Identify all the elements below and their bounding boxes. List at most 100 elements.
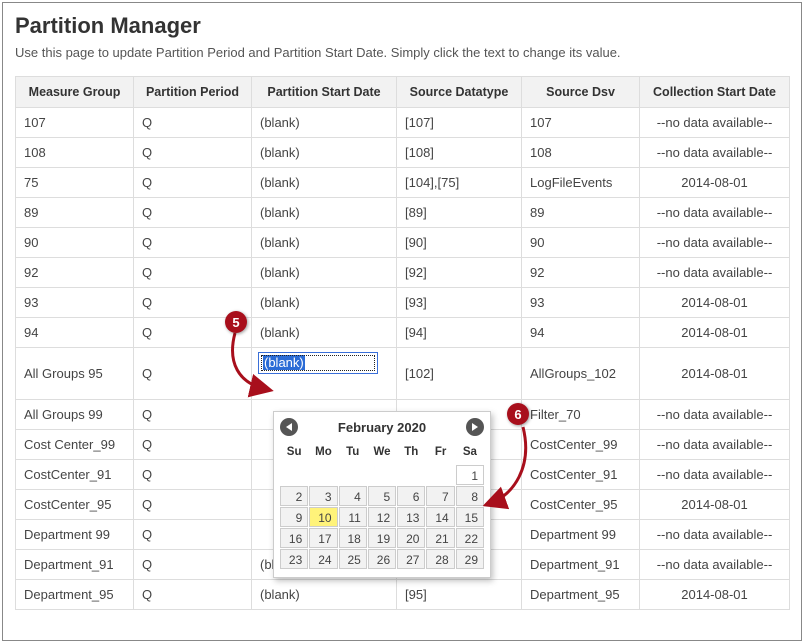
- datepicker-day[interactable]: 29: [456, 549, 484, 569]
- cell-partition-period[interactable]: Q: [134, 460, 252, 490]
- cell-source-datatype[interactable]: [92]: [397, 258, 522, 288]
- cell-source-dsv[interactable]: CostCenter_95: [522, 490, 640, 520]
- cell-partition-start-date[interactable]: (blank): [252, 580, 397, 610]
- cell-partition-period[interactable]: Q: [134, 550, 252, 580]
- cell-partition-start-date[interactable]: (blank): [252, 318, 397, 348]
- cell-source-dsv[interactable]: Department_91: [522, 550, 640, 580]
- cell-source-dsv[interactable]: Department_95: [522, 580, 640, 610]
- cell-collection-start-date[interactable]: --no data available--: [640, 460, 790, 490]
- datepicker-prev-icon[interactable]: [280, 418, 298, 436]
- datepicker-day[interactable]: 2: [280, 486, 308, 506]
- cell-measure-group[interactable]: CostCenter_95: [16, 490, 134, 520]
- cell-partition-period[interactable]: Q: [134, 138, 252, 168]
- datepicker-day[interactable]: 14: [426, 507, 454, 527]
- cell-collection-start-date[interactable]: --no data available--: [640, 400, 790, 430]
- datepicker-day[interactable]: 24: [309, 549, 337, 569]
- cell-measure-group[interactable]: 90: [16, 228, 134, 258]
- cell-source-dsv[interactable]: 89: [522, 198, 640, 228]
- datepicker-day[interactable]: 19: [368, 528, 396, 548]
- cell-measure-group[interactable]: 75: [16, 168, 134, 198]
- cell-partition-period[interactable]: Q: [134, 198, 252, 228]
- cell-measure-group[interactable]: Cost Center_99: [16, 430, 134, 460]
- datepicker-day[interactable]: 18: [339, 528, 367, 548]
- cell-measure-group[interactable]: 93: [16, 288, 134, 318]
- cell-collection-start-date[interactable]: --no data available--: [640, 138, 790, 168]
- cell-partition-start-date[interactable]: (blank): [252, 228, 397, 258]
- cell-collection-start-date[interactable]: 2014-08-01: [640, 288, 790, 318]
- cell-source-dsv[interactable]: AllGroups_102: [522, 348, 640, 400]
- cell-partition-period[interactable]: Q: [134, 580, 252, 610]
- cell-collection-start-date[interactable]: 2014-08-01: [640, 318, 790, 348]
- cell-partition-period[interactable]: Q: [134, 348, 252, 400]
- cell-source-datatype[interactable]: [90]: [397, 228, 522, 258]
- datepicker-day[interactable]: 21: [426, 528, 454, 548]
- partition-start-date-input[interactable]: (blank): [258, 352, 378, 374]
- cell-source-datatype[interactable]: [95]: [397, 580, 522, 610]
- cell-collection-start-date[interactable]: --no data available--: [640, 550, 790, 580]
- cell-source-dsv[interactable]: 93: [522, 288, 640, 318]
- cell-collection-start-date[interactable]: 2014-08-01: [640, 490, 790, 520]
- cell-collection-start-date[interactable]: --no data available--: [640, 430, 790, 460]
- datepicker-day[interactable]: 23: [280, 549, 308, 569]
- cell-partition-start-date[interactable]: (blank): [252, 288, 397, 318]
- cell-collection-start-date[interactable]: --no data available--: [640, 258, 790, 288]
- cell-partition-start-date[interactable]: (blank): [252, 258, 397, 288]
- cell-measure-group[interactable]: 89: [16, 198, 134, 228]
- datepicker-day[interactable]: 9: [280, 507, 308, 527]
- datepicker-day[interactable]: 3: [309, 486, 337, 506]
- datepicker-day[interactable]: 7: [426, 486, 454, 506]
- cell-source-datatype[interactable]: [94]: [397, 318, 522, 348]
- cell-measure-group[interactable]: CostCenter_91: [16, 460, 134, 490]
- cell-source-dsv[interactable]: 90: [522, 228, 640, 258]
- cell-partition-period[interactable]: Q: [134, 490, 252, 520]
- cell-collection-start-date[interactable]: --no data available--: [640, 198, 790, 228]
- cell-partition-period[interactable]: Q: [134, 228, 252, 258]
- cell-measure-group[interactable]: Department_95: [16, 580, 134, 610]
- datepicker-day[interactable]: 28: [426, 549, 454, 569]
- datepicker-day[interactable]: 25: [339, 549, 367, 569]
- cell-source-datatype[interactable]: [107]: [397, 108, 522, 138]
- datepicker-day[interactable]: 11: [339, 507, 367, 527]
- cell-partition-period[interactable]: Q: [134, 168, 252, 198]
- datepicker-day[interactable]: 8: [456, 486, 484, 506]
- cell-source-dsv[interactable]: Filter_70: [522, 400, 640, 430]
- datepicker-day[interactable]: 26: [368, 549, 396, 569]
- cell-measure-group[interactable]: 92: [16, 258, 134, 288]
- cell-collection-start-date[interactable]: 2014-08-01: [640, 348, 790, 400]
- datepicker-day[interactable]: 1: [456, 465, 484, 485]
- datepicker-day[interactable]: 12: [368, 507, 396, 527]
- cell-partition-start-date[interactable]: (blank): [252, 168, 397, 198]
- cell-source-datatype[interactable]: [102]: [397, 348, 522, 400]
- cell-source-dsv[interactable]: CostCenter_91: [522, 460, 640, 490]
- cell-source-dsv[interactable]: Department 99: [522, 520, 640, 550]
- cell-measure-group[interactable]: 107: [16, 108, 134, 138]
- cell-partition-period[interactable]: Q: [134, 430, 252, 460]
- cell-source-datatype[interactable]: [104],[75]: [397, 168, 522, 198]
- cell-partition-period[interactable]: Q: [134, 108, 252, 138]
- cell-measure-group[interactable]: 94: [16, 318, 134, 348]
- cell-source-dsv[interactable]: 108: [522, 138, 640, 168]
- cell-source-dsv[interactable]: 94: [522, 318, 640, 348]
- datepicker-day[interactable]: 20: [397, 528, 425, 548]
- cell-partition-period[interactable]: Q: [134, 258, 252, 288]
- datepicker-day[interactable]: 17: [309, 528, 337, 548]
- cell-partition-start-date[interactable]: (blank): [252, 348, 397, 400]
- cell-partition-start-date[interactable]: (blank): [252, 138, 397, 168]
- datepicker-day[interactable]: 13: [397, 507, 425, 527]
- cell-collection-start-date[interactable]: --no data available--: [640, 108, 790, 138]
- cell-collection-start-date[interactable]: --no data available--: [640, 228, 790, 258]
- cell-partition-period[interactable]: Q: [134, 400, 252, 430]
- cell-source-dsv[interactable]: LogFileEvents: [522, 168, 640, 198]
- cell-measure-group[interactable]: Department_91: [16, 550, 134, 580]
- cell-source-datatype[interactable]: [108]: [397, 138, 522, 168]
- datepicker-day[interactable]: 15: [456, 507, 484, 527]
- cell-collection-start-date[interactable]: 2014-08-01: [640, 580, 790, 610]
- cell-measure-group[interactable]: All Groups 95: [16, 348, 134, 400]
- datepicker-day[interactable]: 4: [339, 486, 367, 506]
- cell-source-datatype[interactable]: [93]: [397, 288, 522, 318]
- cell-source-dsv[interactable]: 92: [522, 258, 640, 288]
- cell-partition-period[interactable]: Q: [134, 520, 252, 550]
- datepicker-day[interactable]: 16: [280, 528, 308, 548]
- datepicker-day[interactable]: 6: [397, 486, 425, 506]
- datepicker-day[interactable]: 27: [397, 549, 425, 569]
